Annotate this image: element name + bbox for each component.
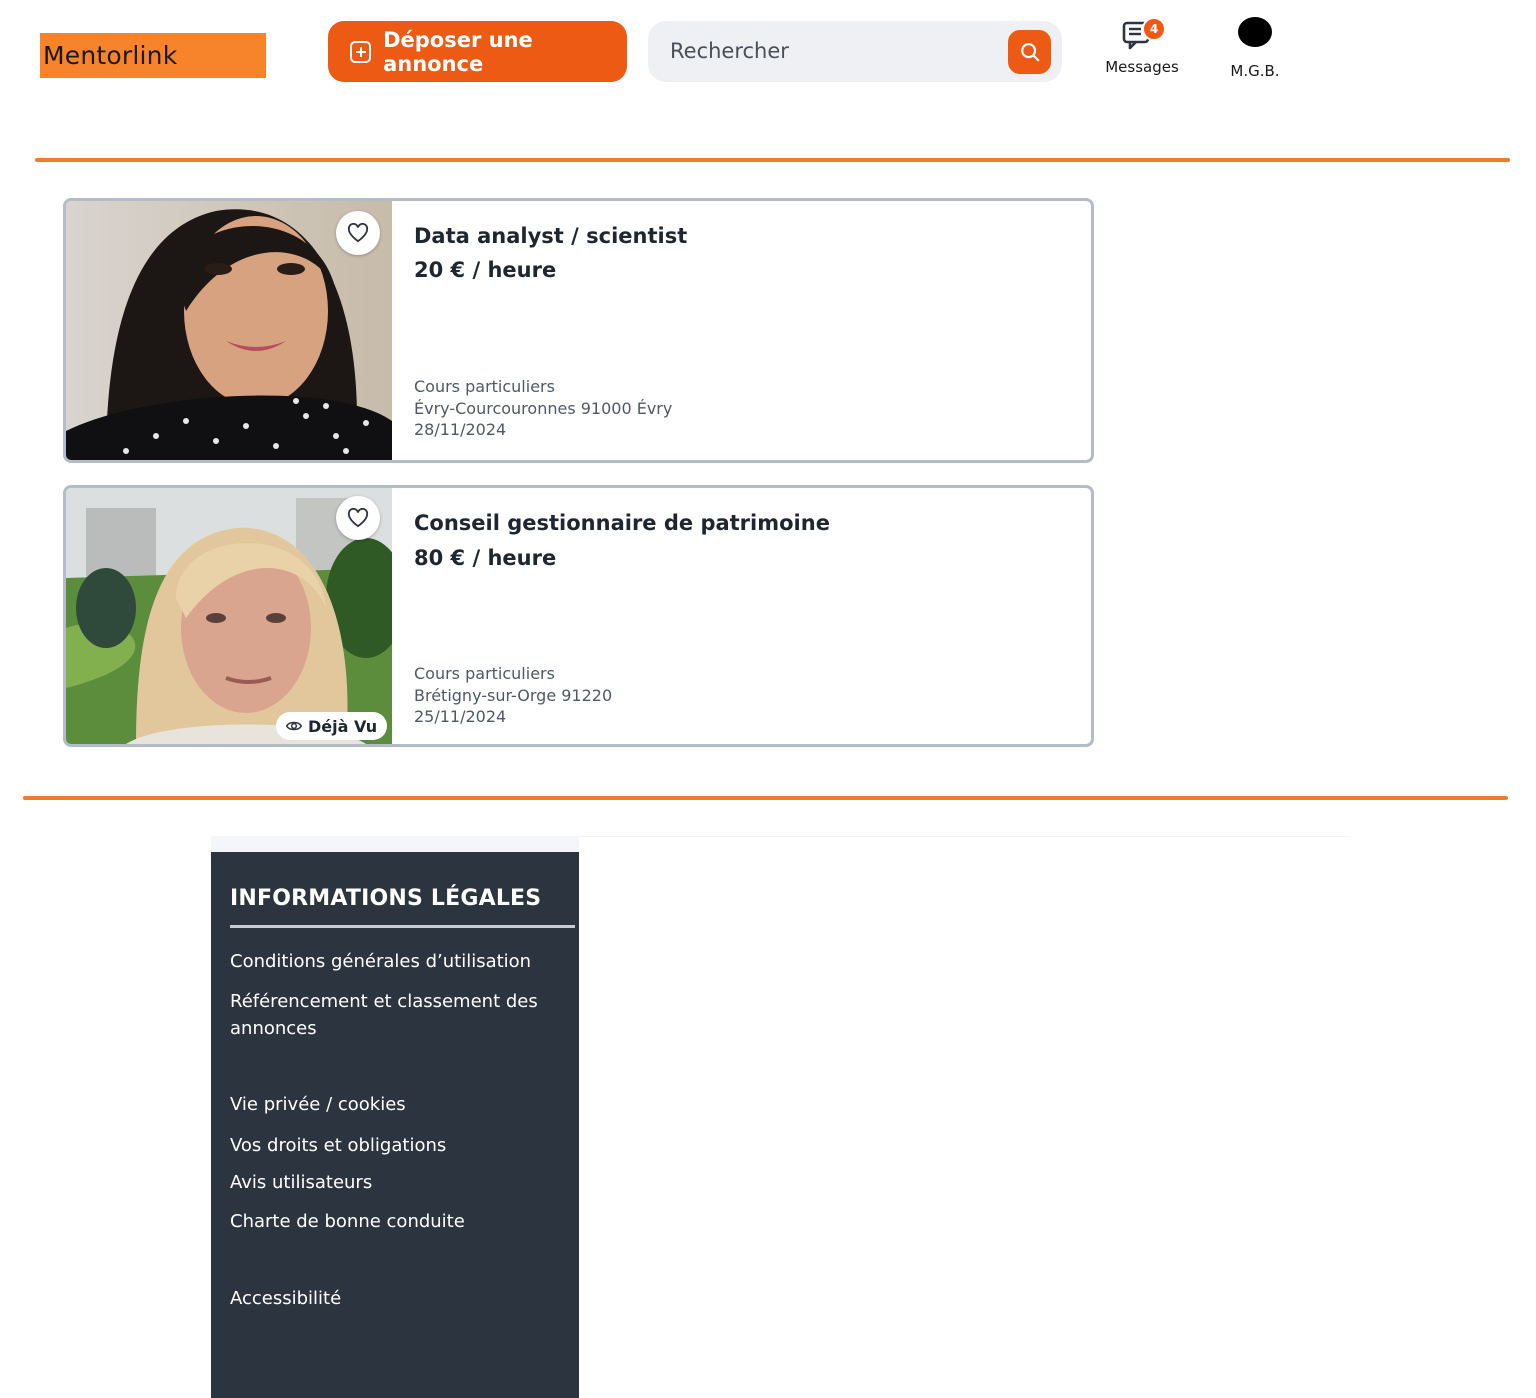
listing-date: 25/11/2024 bbox=[414, 707, 507, 726]
link-terms-of-use[interactable]: Conditions générales d’utilisation bbox=[230, 948, 560, 975]
plus-square-icon bbox=[350, 40, 372, 63]
eye-icon bbox=[286, 721, 302, 731]
listing-category: Cours particuliers bbox=[414, 377, 555, 396]
footer-top-band bbox=[211, 836, 579, 852]
messages-label: Messages bbox=[1105, 58, 1179, 76]
heart-icon bbox=[347, 508, 369, 528]
heart-icon bbox=[347, 223, 369, 243]
listing-date: 28/11/2024 bbox=[414, 420, 507, 439]
listing-category: Cours particuliers bbox=[414, 664, 555, 683]
listing-location: Brétigny-sur-Orge 91220 bbox=[414, 685, 613, 705]
favorite-button[interactable] bbox=[336, 496, 380, 540]
listing-title[interactable]: Conseil gestionnaire de patrimoine bbox=[414, 511, 830, 535]
listing-card[interactable]: Déjà Vu Conseil gestionnaire de patrimoi… bbox=[63, 485, 1094, 747]
search-bar bbox=[648, 21, 1062, 82]
link-rights-obligations[interactable]: Vos droits et obligations bbox=[230, 1132, 560, 1159]
listing-info: Conseil gestionnaire de patrimoine 80 € … bbox=[414, 488, 1091, 744]
top-divider bbox=[35, 158, 1510, 162]
logo-text: Mentorlink bbox=[43, 41, 178, 70]
listing-meta: Cours particuliers Évry-Courcouronnes 91… bbox=[414, 376, 672, 441]
messages-badge: 4 bbox=[1142, 17, 1166, 41]
messages-link[interactable]: 4 Messages bbox=[1100, 16, 1184, 80]
link-listing-ranking[interactable]: Référencement et classement des annonces bbox=[230, 988, 560, 1042]
search-icon bbox=[1020, 43, 1039, 62]
listing-card[interactable]: Data analyst / scientist 20 € / heure Co… bbox=[63, 198, 1094, 463]
post-ad-button[interactable]: Déposer une annonce bbox=[328, 21, 627, 82]
user-label: M.G.B. bbox=[1230, 62, 1280, 80]
legal-info-panel: INFORMATIONS LÉGALES Conditions générale… bbox=[211, 852, 579, 1398]
search-input[interactable] bbox=[670, 33, 990, 69]
link-accessibility[interactable]: Accessibilité bbox=[230, 1285, 560, 1312]
site-logo[interactable]: Mentorlink bbox=[40, 33, 266, 78]
listing-title[interactable]: Data analyst / scientist bbox=[414, 224, 687, 248]
bottom-divider bbox=[23, 796, 1508, 800]
avatar bbox=[1238, 17, 1272, 47]
listing-price: 20 € / heure bbox=[414, 258, 557, 282]
listing-photo: Déjà Vu bbox=[66, 488, 392, 744]
favorite-button[interactable] bbox=[336, 211, 380, 255]
post-ad-label: Déposer une annonce bbox=[383, 27, 533, 76]
seen-badge: Déjà Vu bbox=[276, 712, 388, 740]
legal-title: INFORMATIONS LÉGALES bbox=[230, 886, 542, 911]
legal-title-underline bbox=[230, 925, 575, 928]
listing-location: Évry-Courcouronnes 91000 Évry bbox=[414, 398, 673, 418]
link-user-reviews[interactable]: Avis utilisateurs bbox=[230, 1169, 560, 1196]
search-button[interactable] bbox=[1008, 30, 1051, 74]
link-code-of-conduct[interactable]: Charte de bonne conduite bbox=[230, 1208, 560, 1235]
listing-meta: Cours particuliers Brétigny-sur-Orge 912… bbox=[414, 663, 612, 728]
listing-price: 80 € / heure bbox=[414, 546, 557, 570]
user-menu[interactable]: M.G.B. bbox=[1222, 16, 1288, 80]
link-privacy-cookies[interactable]: Vie privée / cookies bbox=[230, 1091, 560, 1118]
listing-photo bbox=[66, 201, 392, 460]
seen-label: Déjà Vu bbox=[308, 716, 378, 736]
listing-info: Data analyst / scientist 20 € / heure Co… bbox=[414, 201, 1091, 460]
